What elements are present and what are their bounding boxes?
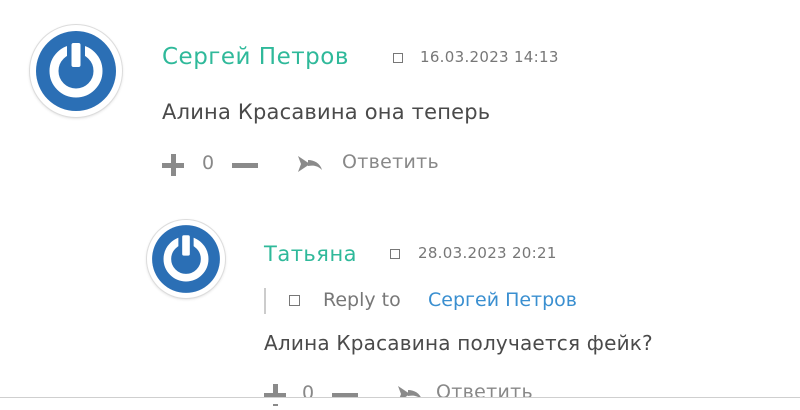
bottom-edge — [0, 398, 800, 404]
minus-icon[interactable] — [232, 163, 258, 168]
avatar[interactable] — [147, 220, 225, 298]
reply-to-link[interactable]: Сергей Петров — [428, 289, 577, 311]
clock-icon — [390, 249, 400, 259]
clock-icon — [393, 53, 403, 63]
comment-author[interactable]: Татьяна — [264, 242, 357, 266]
comment-date[interactable]: 28.03.2023 20:21 — [418, 244, 557, 262]
comment-actions: 0 Ответить — [162, 150, 482, 180]
comment-text: Алина Красавина она теперь — [162, 100, 491, 124]
vote-count: 0 — [202, 152, 215, 174]
avatar[interactable] — [30, 25, 122, 117]
comment-date[interactable]: 16.03.2023 14:13 — [420, 48, 559, 66]
power-icon — [152, 225, 220, 293]
square-icon — [289, 295, 300, 306]
comment-actions: 0 Ответить — [264, 380, 584, 410]
reply-button[interactable]: Ответить — [342, 151, 439, 173]
power-icon — [36, 31, 116, 111]
reply-arrow-icon[interactable] — [296, 154, 324, 174]
reply-to-label: Reply to — [323, 289, 401, 311]
comment-author[interactable]: Сергей Петров — [162, 44, 349, 70]
plus-icon[interactable] — [162, 154, 184, 176]
comment-text: Алина Красавина получается фейк? — [264, 331, 653, 355]
reply-to-divider — [264, 288, 266, 314]
